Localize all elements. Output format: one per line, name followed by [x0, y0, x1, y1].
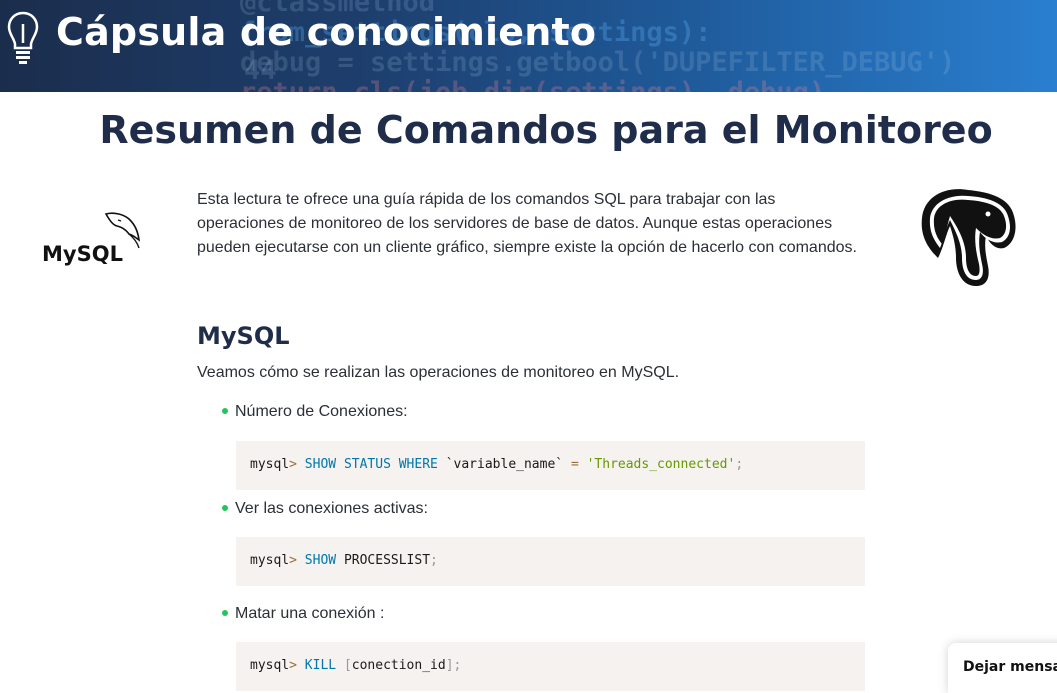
code-line: mysql> SHOW PROCESSLIST; — [250, 553, 438, 568]
intro-paragraph: Esta lectura te ofrece una guía rápida d… — [197, 191, 857, 256]
banner-title: Cápsula de conocimiento — [56, 10, 597, 54]
code-identifier: conection_id — [351, 658, 446, 673]
code-block[interactable]: mysql> KILL [conection_id]; — [236, 642, 865, 691]
mysql-logo-text: MySQL — [42, 242, 123, 266]
section-title-mysql: MySQL — [197, 322, 290, 350]
list-item: Número de Conexiones: — [222, 403, 408, 421]
list-item-label: Número de Conexiones: — [235, 403, 408, 420]
code-operator: > — [289, 658, 297, 673]
banner-code-line-4: return cls(job_dir(settings), debug) — [240, 78, 825, 93]
code-prompt: mysql — [250, 658, 290, 673]
leave-message-button[interactable]: Dejar mensaje — [948, 643, 1057, 693]
postgresql-elephant-icon — [921, 189, 1016, 286]
list-item-label: Ver las conexiones activas: — [235, 500, 428, 517]
code-punctuation: [ — [343, 658, 352, 673]
code-keyword: KILL — [304, 658, 337, 673]
code-keyword: STATUS — [343, 457, 391, 472]
section-subtitle: Veamos cómo se realizan las operaciones … — [197, 364, 680, 381]
code-keyword: SHOW — [304, 553, 337, 568]
lightbulb-icon — [7, 11, 39, 64]
code-punctuation: ] — [445, 658, 454, 673]
bullet-dot-icon — [222, 610, 228, 616]
code-block[interactable]: mysql> SHOW PROCESSLIST; — [236, 537, 865, 586]
code-prompt: mysql — [250, 457, 290, 472]
code-string: 'Threads_connected' — [586, 457, 736, 472]
code-keyword: WHERE — [398, 457, 438, 472]
mysql-logo-icon: MySQL — [42, 212, 141, 266]
code-operator: > — [289, 457, 297, 472]
code-operator: = — [570, 457, 579, 472]
code-keyword: SHOW — [304, 457, 337, 472]
intro-block: Esta lectura te ofrece una guía rápida d… — [197, 188, 867, 260]
list-item: Matar una conexión : — [222, 605, 384, 623]
code-identifier: `variable_name` — [445, 457, 564, 472]
page-title: Resumen de Comandos para el Monitoreo — [99, 108, 993, 152]
code-identifier: PROCESSLIST — [343, 553, 431, 568]
bullet-dot-icon — [222, 408, 228, 414]
list-item-label: Matar una conexión : — [235, 605, 385, 622]
code-punctuation: ; — [430, 553, 438, 568]
code-punctuation: ; — [735, 457, 744, 472]
code-line: mysql> SHOW STATUS WHERE `variable_name`… — [250, 457, 743, 472]
code-prompt: mysql — [250, 553, 290, 568]
header-banner: @classmethod from_settings(cls, settings… — [0, 0, 1057, 92]
code-operator: > — [289, 553, 297, 568]
list-item: Ver las conexiones activas: — [222, 500, 428, 518]
code-punctuation: ; — [453, 658, 462, 673]
bullet-dot-icon — [222, 505, 228, 511]
banner-code-line-number: 44 — [244, 55, 277, 86]
code-line: mysql> KILL [conection_id]; — [250, 658, 461, 673]
code-block[interactable]: mysql> SHOW STATUS WHERE `variable_name`… — [236, 441, 865, 490]
